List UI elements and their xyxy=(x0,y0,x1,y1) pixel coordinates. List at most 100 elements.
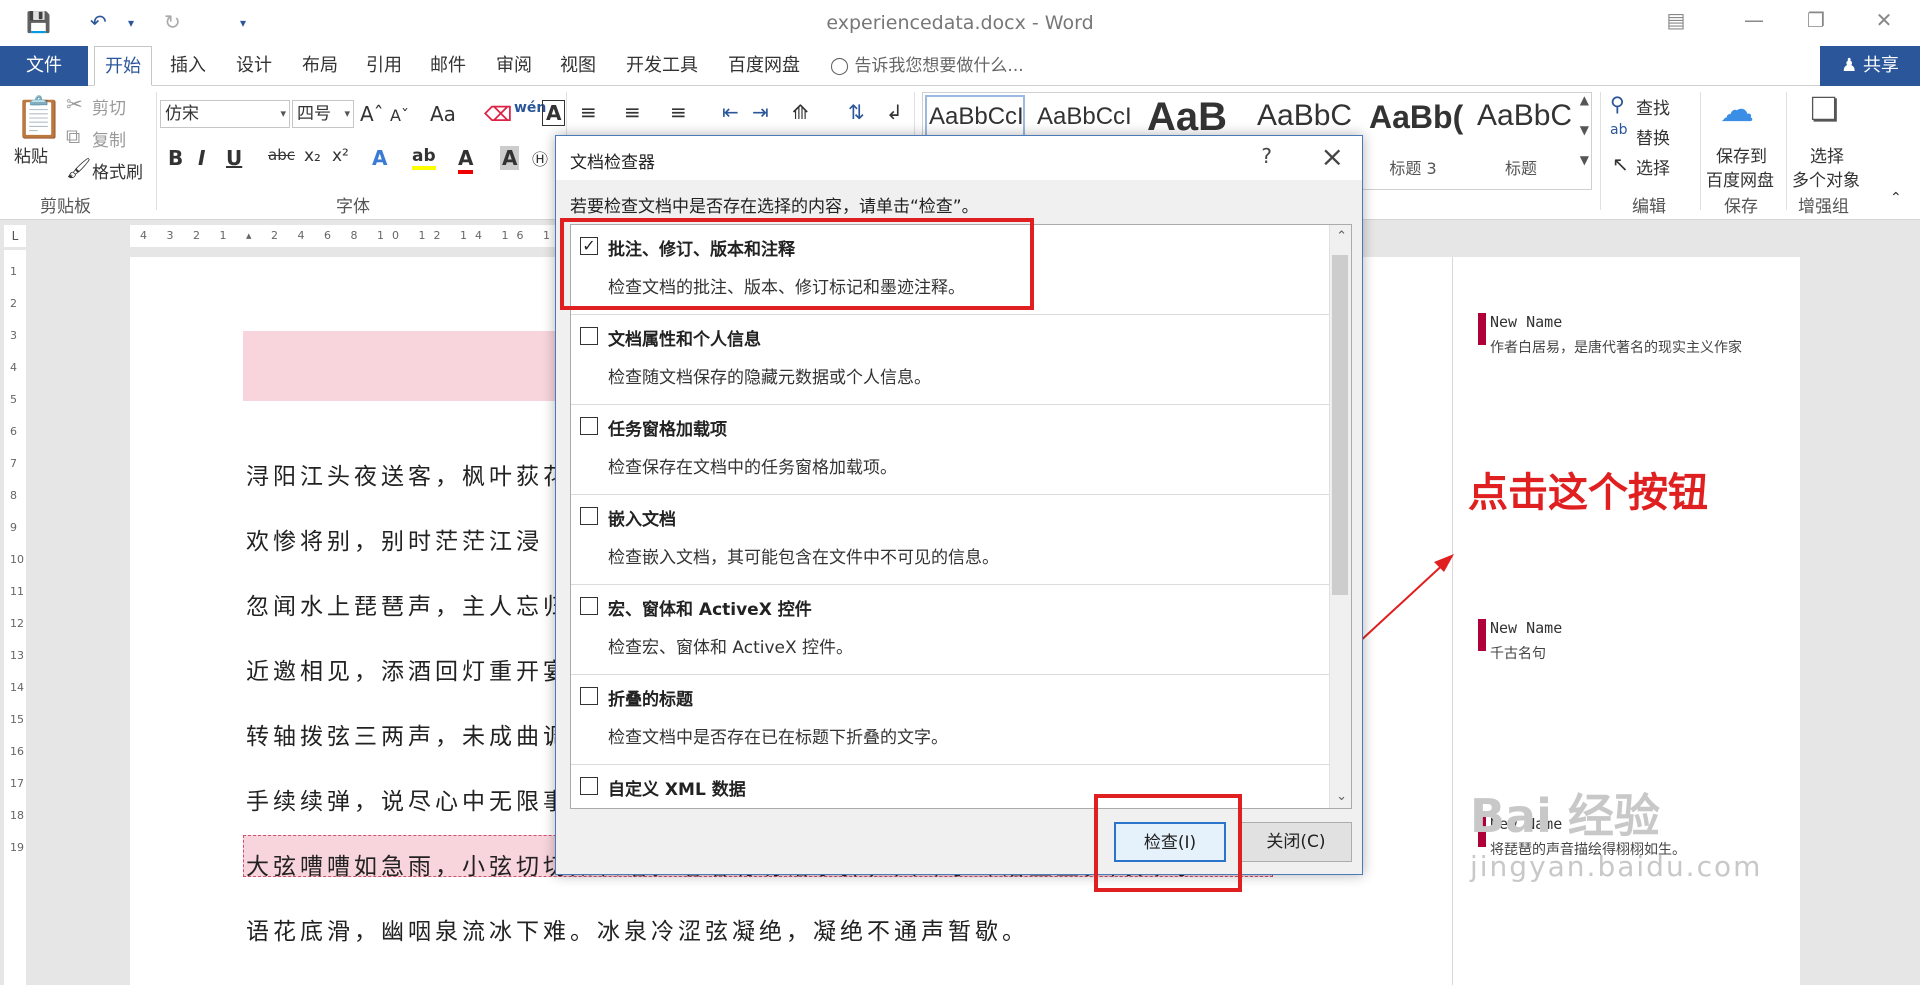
select-objects-label-2[interactable]: 多个对象 xyxy=(1792,166,1860,191)
replace-label[interactable]: 替换 xyxy=(1636,124,1670,149)
tab-view[interactable]: 视图 xyxy=(550,46,606,86)
copy-icon[interactable]: ⧉ xyxy=(66,124,80,148)
select-objects-label-1[interactable]: 选择 xyxy=(1810,142,1844,167)
close-window-button[interactable]: ✕ xyxy=(1864,8,1904,32)
comment-balloon[interactable]: New Name 千古名句 xyxy=(1478,619,1562,663)
doc-line[interactable]: 忽闻水上琵琶声，主人忘归 xyxy=(246,587,570,621)
enclose-characters-icon[interactable]: Ⓗ xyxy=(532,146,548,170)
replace-icon[interactable]: ab xyxy=(1610,122,1627,138)
gallery-down-icon[interactable]: ▼ xyxy=(1580,123,1589,137)
select-objects-icon[interactable]: ❏ xyxy=(1810,90,1839,128)
decrease-indent-icon[interactable]: ⇤ xyxy=(722,100,739,124)
shrink-font-icon[interactable]: Aˇ xyxy=(390,106,409,125)
text-effects-icon[interactable]: A xyxy=(372,146,387,170)
comment-balloon[interactable]: New Name 作者白居易，是唐代著名的现实主义作家 xyxy=(1478,313,1742,357)
cut-icon[interactable]: ✂ xyxy=(66,92,83,116)
checkbox-macros[interactable] xyxy=(580,597,598,615)
doc-line[interactable]: 转轴拨弦三两声，未成曲调 xyxy=(246,717,570,751)
minimize-button[interactable]: — xyxy=(1734,8,1774,32)
inspect-item-embedded-docs[interactable]: 嵌入文档 检查嵌入文档，其可能包含在文件中不可见的信息。 xyxy=(571,495,1329,585)
increase-indent-icon[interactable]: ⇥ xyxy=(752,100,769,124)
scroll-down-icon[interactable]: ⌄ xyxy=(1336,789,1347,804)
style-title[interactable]: AaBbC 标题 xyxy=(1471,93,1576,189)
close-button[interactable]: 关闭(C) xyxy=(1240,822,1352,862)
change-case-button[interactable]: Aa xyxy=(430,102,456,126)
scroll-thumb[interactable] xyxy=(1332,255,1348,595)
strikethrough-button[interactable]: abc xyxy=(268,146,295,164)
tell-me-search[interactable]: ◯ 告诉我您想要做什么... xyxy=(830,46,1024,86)
font-name-combo[interactable]: 仿宋 ▾ xyxy=(160,100,290,128)
show-marks-icon[interactable]: ↲ xyxy=(886,100,903,124)
paste-icon[interactable]: 📋 xyxy=(14,94,64,141)
tab-review[interactable]: 审阅 xyxy=(486,46,542,86)
doc-line[interactable]: 近邀相见，添酒回灯重开宴 xyxy=(246,652,570,686)
chinese-layout-icon[interactable]: ⟰ xyxy=(792,100,809,124)
doc-line[interactable]: 手续续弹，说尽心中无限事 xyxy=(246,782,570,816)
clear-formatting-icon[interactable]: ⌫ xyxy=(484,102,512,126)
checkbox-taskpane-addins[interactable] xyxy=(580,417,598,435)
tab-mailings[interactable]: 邮件 xyxy=(420,46,476,86)
bold-button[interactable]: B xyxy=(168,146,183,170)
tab-developer[interactable]: 开发工具 xyxy=(616,46,708,86)
format-painter-icon[interactable]: 🖌 xyxy=(66,156,91,180)
inspect-item-properties[interactable]: 文档属性和个人信息 检查随文档保存的隐藏元数据或个人信息。 xyxy=(571,315,1329,405)
character-border-icon[interactable]: A xyxy=(542,100,566,126)
gallery-up-icon[interactable]: ▲ xyxy=(1580,93,1589,107)
scrollbar[interactable]: ⌃ ⌄ xyxy=(1329,225,1351,808)
close-icon[interactable]: × xyxy=(1321,140,1344,173)
grow-font-icon[interactable]: Aˆ xyxy=(360,102,384,126)
doc-line[interactable]: 语花底滑，幽咽泉流冰下难。冰泉冷涩弦凝绝，凝绝不通声暂歇。 xyxy=(246,912,1029,946)
italic-button[interactable]: I xyxy=(198,146,205,170)
tab-file[interactable]: 文件 xyxy=(0,46,88,86)
format-painter-label[interactable]: 格式刷 xyxy=(92,158,143,183)
doc-line[interactable]: 欢惨将别，别时茫茫江浸 xyxy=(246,522,543,556)
select-label[interactable]: 选择 xyxy=(1636,154,1670,179)
inspect-item-taskpane-addins[interactable]: 任务窗格加载项 检查保存在文档中的任务窗格加载项。 xyxy=(571,405,1329,495)
tab-home[interactable]: 开始 xyxy=(94,46,152,86)
save-to-label-1[interactable]: 保存到 xyxy=(1716,142,1767,167)
tab-references[interactable]: 引用 xyxy=(356,46,412,86)
inspect-item-macros[interactable]: 宏、窗体和 ActiveX 控件 检查宏、窗体和 ActiveX 控件。 xyxy=(571,585,1329,675)
collapse-ribbon-icon[interactable]: ⌃ xyxy=(1890,190,1902,206)
font-color-icon[interactable]: A xyxy=(458,146,474,174)
save-to-label-2[interactable]: 百度网盘 xyxy=(1706,166,1774,191)
highlight-icon[interactable]: ab xyxy=(412,146,436,170)
numbering-icon[interactable]: ≡ xyxy=(624,100,641,124)
checkbox-embedded-docs[interactable] xyxy=(580,507,598,525)
checkbox-custom-xml[interactable] xyxy=(580,777,598,795)
select-icon[interactable]: ↖ xyxy=(1612,152,1629,176)
underline-button[interactable]: U xyxy=(226,146,242,170)
tab-design[interactable]: 设计 xyxy=(226,46,282,86)
subscript-button[interactable]: x₂ xyxy=(304,146,321,166)
tell-me-text: 告诉我您想要做什么... xyxy=(854,56,1024,76)
font-name-value: 仿宋 xyxy=(165,104,199,124)
gallery-more-icon[interactable]: ▼ xyxy=(1580,153,1589,167)
doc-line[interactable]: 浔阳江头夜送客，枫叶荻花 xyxy=(246,457,570,491)
multilevel-list-icon[interactable]: ≡ xyxy=(670,100,687,124)
tab-baidu-netdisk[interactable]: 百度网盘 xyxy=(718,46,810,86)
cut-label[interactable]: 剪切 xyxy=(92,94,126,119)
inspect-item-collapsed-headings[interactable]: 折叠的标题 检查文档中是否存在已在标题下折叠的文字。 xyxy=(571,675,1329,765)
scroll-up-icon[interactable]: ⌃ xyxy=(1336,229,1347,244)
checkbox-collapsed-headings[interactable] xyxy=(580,687,598,705)
checkbox-properties[interactable] xyxy=(580,327,598,345)
paste-label[interactable]: 粘贴 xyxy=(14,142,48,167)
sort-icon[interactable]: ⇅ xyxy=(848,100,865,124)
help-button[interactable]: ? xyxy=(1261,144,1272,168)
tab-layout[interactable]: 布局 xyxy=(292,46,348,86)
copy-label[interactable]: 复制 xyxy=(92,126,126,151)
font-size-combo[interactable]: 四号 ▾ xyxy=(292,100,354,128)
tab-insert[interactable]: 插入 xyxy=(160,46,216,86)
vertical-ruler[interactable]: 1 2 3 4 5 6 7 8 9 10 11 12 13 14 15 16 17 18 19 xyxy=(4,250,26,985)
find-label[interactable]: 查找 xyxy=(1636,94,1670,119)
style-heading-3[interactable]: AaBb( 标题 3 xyxy=(1363,93,1468,189)
character-shading-icon[interactable]: A xyxy=(500,146,520,170)
tab-selector[interactable]: L xyxy=(4,225,26,247)
baidu-netdisk-icon[interactable]: ☁ xyxy=(1720,90,1754,130)
superscript-button[interactable]: x² xyxy=(332,146,349,166)
restore-button[interactable]: ❐ xyxy=(1796,8,1836,32)
bullets-icon[interactable]: ≡ xyxy=(580,100,597,124)
ribbon-display-icon[interactable]: ▤ xyxy=(1656,8,1696,32)
find-icon[interactable]: ⚲ xyxy=(1610,92,1625,116)
share-button[interactable]: ♟ 共享 xyxy=(1820,46,1920,86)
